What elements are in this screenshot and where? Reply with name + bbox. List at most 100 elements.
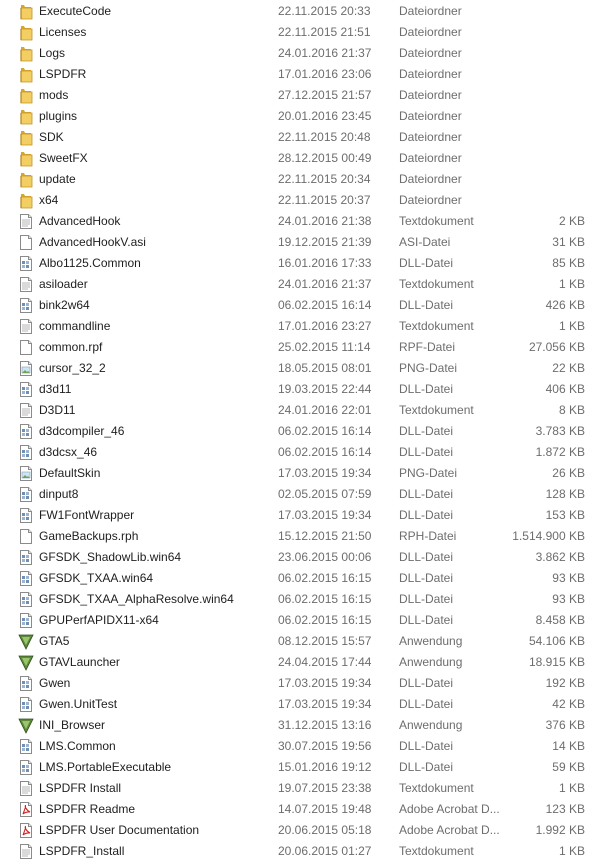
file-row[interactable]: GFSDK_ShadowLib.win64 23.06.2015 00:06 D… (0, 547, 603, 568)
file-date: 19.07.2015 23:38 (278, 781, 372, 795)
file-name: Albo1125.Common (39, 256, 141, 270)
file-row[interactable]: GFSDK_TXAA.win64 06.02.2015 16:15 DLL-Da… (0, 568, 603, 589)
text-file-icon (18, 276, 34, 293)
dll-file-icon (18, 381, 34, 398)
folder-icon (18, 108, 34, 125)
file-type: Dateiordner (399, 151, 462, 165)
file-type: RPH-Datei (399, 529, 457, 543)
file-date: 24.01.2016 21:38 (278, 214, 372, 228)
file-type: Textdokument (399, 214, 474, 228)
file-row[interactable]: DefaultSkin 17.03.2015 19:34 PNG-Datei 2… (0, 463, 603, 484)
gta-app-icon (18, 717, 34, 734)
file-type: DLL-Datei (399, 445, 454, 459)
file-row[interactable]: dinput8 02.05.2015 07:59 DLL-Datei 128 K… (0, 484, 603, 505)
file-date: 18.05.2015 08:01 (278, 361, 372, 375)
file-size: 93 KB (552, 571, 585, 585)
file-type: DLL-Datei (399, 298, 454, 312)
dll-file-icon (18, 549, 34, 566)
file-row[interactable]: cursor_32_2 18.05.2015 08:01 PNG-Datei 2… (0, 358, 603, 379)
folder-icon (18, 45, 34, 62)
file-size: 54.106 KB (528, 634, 585, 648)
file-row[interactable]: Albo1125.Common 16.01.2016 17:33 DLL-Dat… (0, 253, 603, 274)
file-date: 06.02.2015 16:14 (278, 298, 372, 312)
file-size: 123 KB (545, 802, 585, 816)
file-name: LSPDFR (39, 67, 87, 81)
file-size: 3.783 KB (535, 424, 585, 438)
file-row[interactable]: AdvancedHook 24.01.2016 21:38 Textdokume… (0, 211, 603, 232)
file-size: 27.056 KB (528, 340, 585, 354)
file-row[interactable]: mods 27.12.2015 21:57 Dateiordner (0, 85, 603, 106)
file-row[interactable]: d3d11 19.03.2015 22:44 DLL-Datei 406 KB (0, 379, 603, 400)
file-row[interactable]: x64 22.11.2015 20:37 Dateiordner (0, 190, 603, 211)
folder-icon (18, 3, 34, 20)
file-row[interactable]: LSPDFR Readme 14.07.2015 19:48 Adobe Acr… (0, 799, 603, 820)
blank-file-icon (18, 528, 34, 545)
file-row[interactable]: LSPDFR Install 19.07.2015 23:38 Textdoku… (0, 778, 603, 799)
file-row[interactable]: GameBackups.rph 15.12.2015 21:50 RPH-Dat… (0, 526, 603, 547)
file-type: PNG-Datei (399, 466, 458, 480)
folder-icon (18, 192, 34, 209)
file-row[interactable]: LMS.Common 30.07.2015 19:56 DLL-Datei 14… (0, 736, 603, 757)
dll-file-icon (18, 675, 34, 692)
file-name: d3dcsx_46 (39, 445, 98, 459)
file-row[interactable]: Gwen 17.03.2015 19:34 DLL-Datei 192 KB (0, 673, 603, 694)
file-type: DLL-Datei (399, 487, 454, 501)
file-row[interactable]: Gwen.UnitTest 17.03.2015 19:34 DLL-Datei… (0, 694, 603, 715)
file-date: 30.07.2015 19:56 (278, 739, 372, 753)
file-type: DLL-Datei (399, 382, 454, 396)
file-row[interactable]: FW1FontWrapper 17.03.2015 19:34 DLL-Date… (0, 505, 603, 526)
file-row[interactable]: D3D11 24.01.2016 22:01 Textdokument 8 KB (0, 400, 603, 421)
file-name: common.rpf (39, 340, 103, 354)
file-row[interactable]: LSPDFR 17.01.2016 23:06 Dateiordner (0, 64, 603, 85)
dll-file-icon (18, 612, 34, 629)
dll-file-icon (18, 423, 34, 440)
file-row[interactable]: asiloader 24.01.2016 21:37 Textdokument … (0, 274, 603, 295)
file-row[interactable]: SDK 22.11.2015 20:48 Dateiordner (0, 127, 603, 148)
file-row[interactable]: ExecuteCode 22.11.2015 20:33 Dateiordner (0, 1, 603, 22)
file-row[interactable]: LSPDFR User Documentation 20.06.2015 05:… (0, 820, 603, 841)
file-row[interactable]: d3dcsx_46 06.02.2015 16:14 DLL-Datei 1.8… (0, 442, 603, 463)
file-type: Textdokument (399, 319, 474, 333)
file-row[interactable]: INI_Browser 31.12.2015 13:16 Anwendung 3… (0, 715, 603, 736)
file-row[interactable]: AdvancedHookV.asi 19.12.2015 21:39 ASI-D… (0, 232, 603, 253)
pdf-file-icon (18, 822, 34, 839)
file-row[interactable]: GTAVLauncher 24.04.2015 17:44 Anwendung … (0, 652, 603, 673)
file-name: GameBackups.rph (39, 529, 139, 543)
file-name: LSPDFR Install (39, 781, 122, 795)
file-row[interactable]: bink2w64 06.02.2015 16:14 DLL-Datei 426 … (0, 295, 603, 316)
gta-app-icon (18, 633, 34, 650)
file-row[interactable]: GPUPerfAPIDX11-x64 06.02.2015 16:15 DLL-… (0, 610, 603, 631)
file-row[interactable]: LMS.PortableExecutable 15.01.2016 19:12 … (0, 757, 603, 778)
file-date: 22.11.2015 20:34 (278, 172, 371, 186)
dll-file-icon (18, 759, 34, 776)
file-row[interactable]: Logs 24.01.2016 21:37 Dateiordner (0, 43, 603, 64)
file-row[interactable]: GFSDK_TXAA_AlphaResolve.win64 06.02.2015… (0, 589, 603, 610)
file-type: Anwendung (399, 718, 463, 732)
file-type: DLL-Datei (399, 424, 454, 438)
file-name: GFSDK_ShadowLib.win64 (39, 550, 182, 564)
file-row[interactable]: plugins 20.01.2016 23:45 Dateiordner (0, 106, 603, 127)
file-row[interactable]: GTA5 08.12.2015 15:57 Anwendung 54.106 K… (0, 631, 603, 652)
file-date: 27.12.2015 21:57 (278, 88, 372, 102)
file-type: Textdokument (399, 781, 474, 795)
file-name: Gwen.UnitTest (39, 697, 118, 711)
text-file-icon (18, 213, 34, 230)
pdf-file-icon (18, 801, 34, 818)
file-size: 1.872 KB (535, 445, 585, 459)
file-row[interactable]: d3dcompiler_46 06.02.2015 16:14 DLL-Date… (0, 421, 603, 442)
dll-file-icon (18, 255, 34, 272)
file-row[interactable]: Licenses 22.11.2015 21:51 Dateiordner (0, 22, 603, 43)
file-type: DLL-Datei (399, 676, 454, 690)
file-name: AdvancedHookV.asi (39, 235, 146, 249)
file-row[interactable]: SweetFX 28.12.2015 00:49 Dateiordner (0, 148, 603, 169)
file-date: 19.03.2015 22:44 (278, 382, 372, 396)
file-row[interactable]: commandline 17.01.2016 23:27 Textdokumen… (0, 316, 603, 337)
file-name: bink2w64 (39, 298, 90, 312)
file-type: Anwendung (399, 634, 463, 648)
file-row[interactable]: update 22.11.2015 20:34 Dateiordner (0, 169, 603, 190)
image-file-icon (18, 465, 34, 482)
file-row[interactable]: common.rpf 25.02.2015 11:14 RPF-Datei 27… (0, 337, 603, 358)
file-date: 17.01.2016 23:06 (278, 67, 372, 81)
file-date: 15.01.2016 19:12 (278, 760, 372, 774)
file-size: 14 KB (552, 739, 585, 753)
